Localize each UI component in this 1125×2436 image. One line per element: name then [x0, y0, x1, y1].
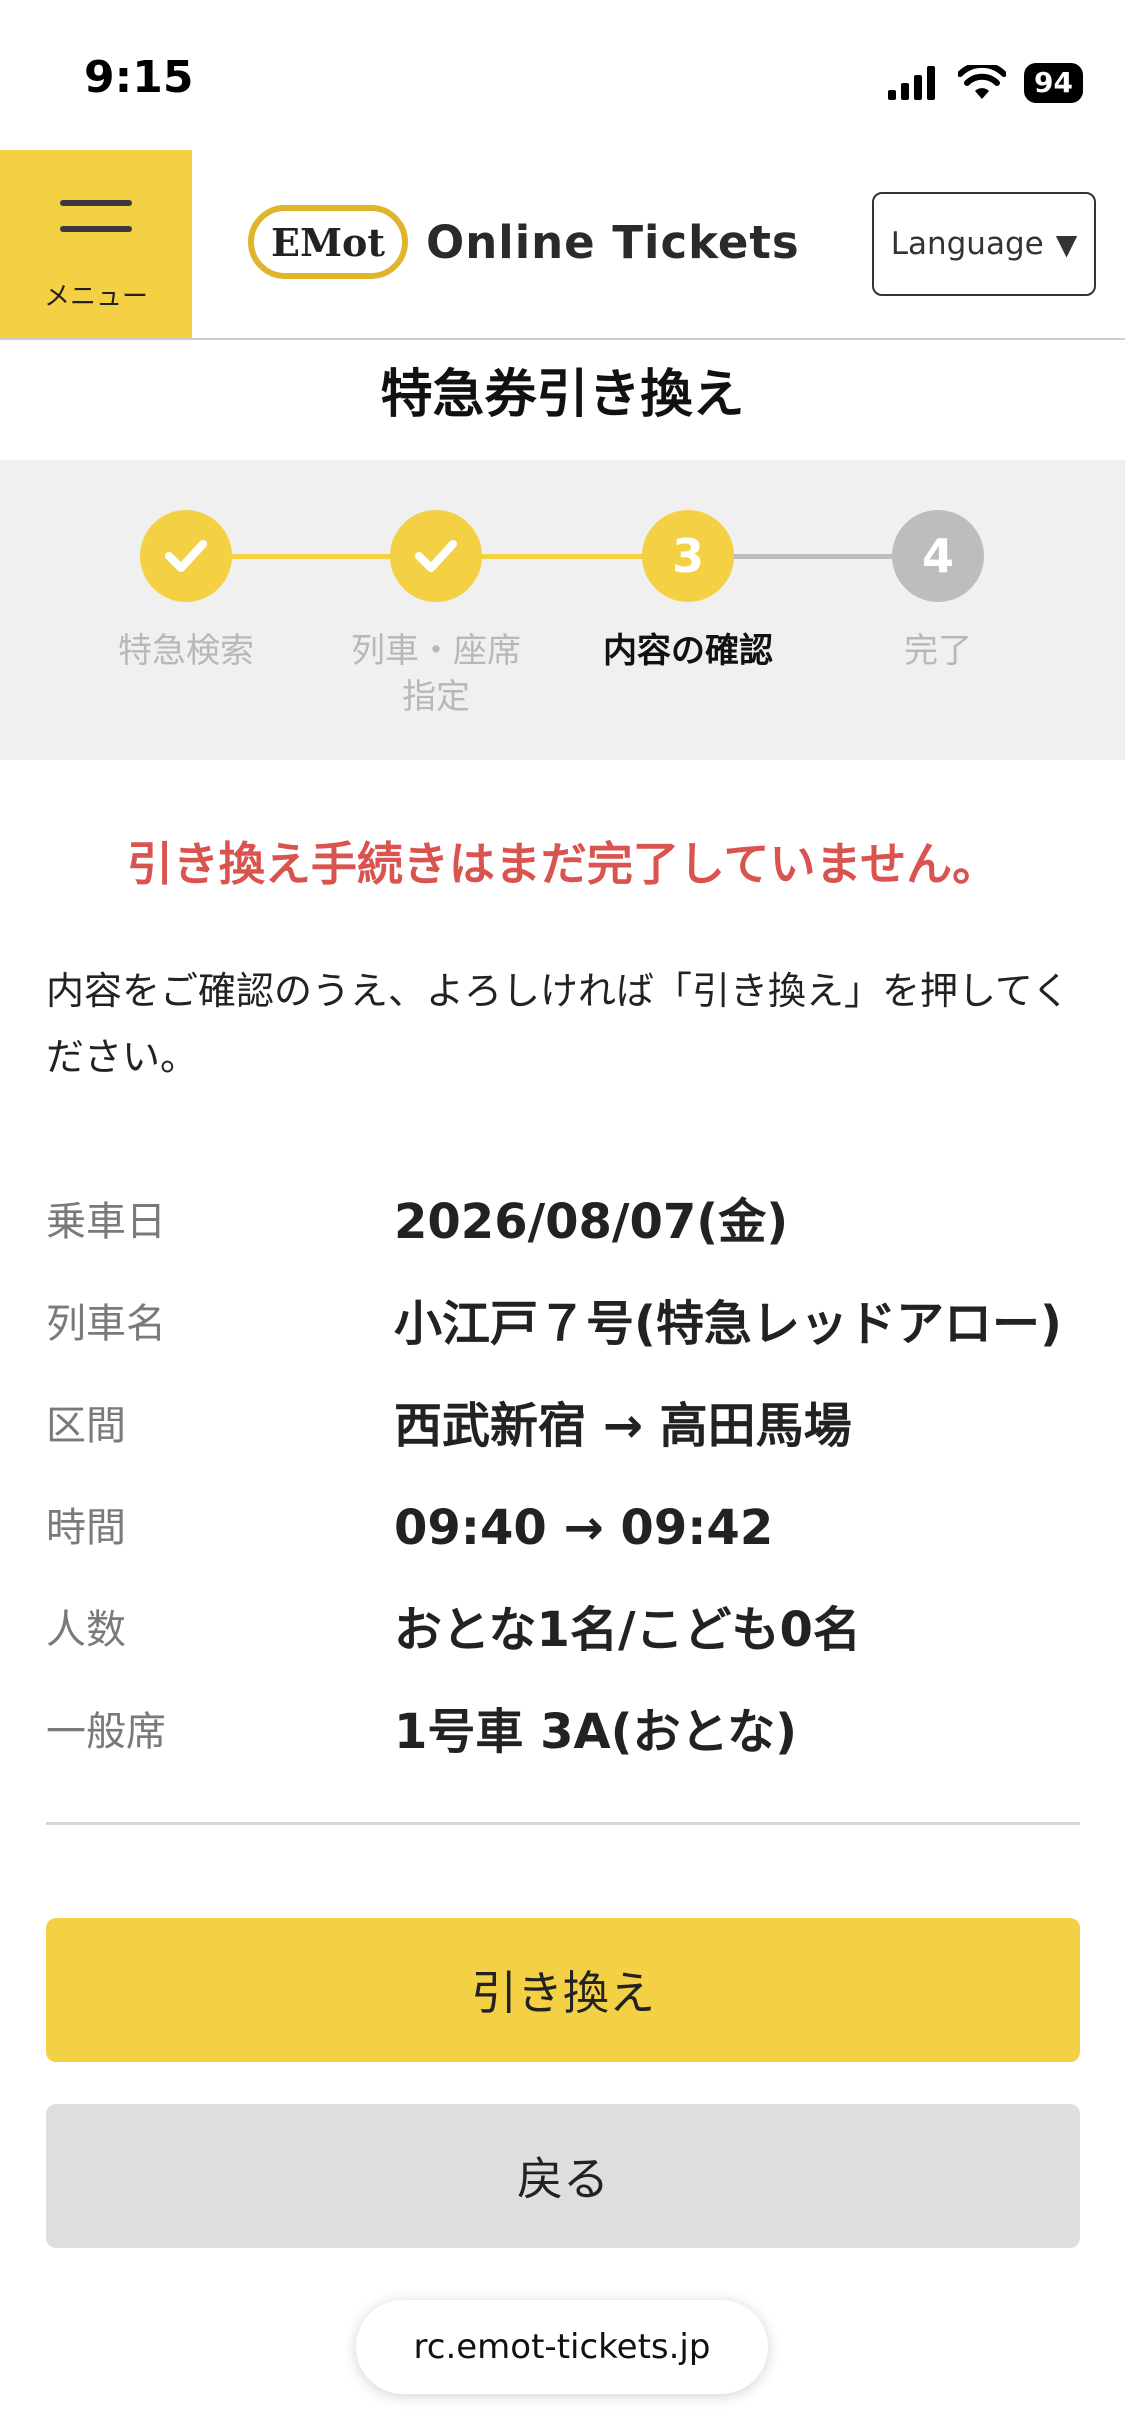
site-header: メニュー EMot Online Tickets Language ▼ [0, 150, 1125, 340]
detail-label: 列車名 [46, 1301, 166, 1347]
divider [46, 1822, 1080, 1825]
back-button[interactable]: 戻る [46, 2104, 1080, 2248]
detail-label: 人数 [46, 1607, 126, 1653]
browser-url-bar[interactable]: rc.emot-tickets.jp [356, 2300, 768, 2394]
chevron-down-icon: ▼ [1055, 227, 1078, 261]
step-label: 列車・座席指定 [351, 631, 521, 717]
detail-value: 小江戸７号(特急レッドアロー) [394, 1296, 1062, 1352]
battery-icon: 94 [1024, 63, 1083, 103]
step-label: 内容の確認 [603, 631, 773, 671]
step-search: 特急検索 [76, 510, 296, 674]
step-indicator: 特急検索 列車・座席指定 3 内容の確認 4 完了 [0, 460, 1125, 760]
detail-row-date: 乗車日 2026/08/07(金) [46, 1190, 1080, 1292]
status-bar: 9:15 94 [0, 0, 1125, 150]
step-complete: 4 完了 [828, 510, 1048, 674]
detail-label: 時間 [46, 1505, 126, 1551]
language-label: Language [890, 226, 1044, 262]
detail-row-time: 時間 09:40 → 09:42 [46, 1496, 1080, 1598]
detail-row-seat: 一般席 1号車 3A(おとな) [46, 1700, 1080, 1802]
instruction-text: 内容をご確認のうえ、よろしければ「引き換え」を押してください。 [46, 969, 1070, 1079]
incomplete-warning: 引き換え手続きはまだ完了していません。 [126, 837, 999, 891]
detail-value: 09:40 → 09:42 [394, 1500, 774, 1556]
language-select[interactable]: Language ▼ [872, 192, 1096, 296]
detail-value: おとな1名/こども0名 [394, 1602, 861, 1658]
detail-label: 区間 [46, 1403, 126, 1449]
ticket-details: 乗車日 2026/08/07(金) 列車名 小江戸７号(特急レッドアロー) 区間… [46, 1190, 1080, 1802]
detail-value: 西武新宿 → 高田馬場 [394, 1398, 852, 1454]
detail-row-train: 列車名 小江戸７号(特急レッドアロー) [46, 1292, 1080, 1394]
status-icons: 94 [888, 60, 1083, 106]
status-time: 9:15 [84, 52, 194, 103]
detail-row-passengers: 人数 おとな1名/こども0名 [46, 1598, 1080, 1700]
logo-mark: EMot [248, 205, 408, 279]
check-icon [140, 510, 232, 602]
detail-label: 一般席 [46, 1709, 166, 1755]
exchange-button[interactable]: 引き換え [46, 1918, 1080, 2062]
menu-button[interactable]: メニュー [0, 150, 192, 338]
step-train-seat: 列車・座席指定 [326, 510, 546, 720]
site-logo[interactable]: EMot Online Tickets [248, 200, 800, 284]
step-confirm: 3 内容の確認 [578, 510, 798, 674]
step-label: 完了 [904, 631, 972, 671]
step-number: 4 [892, 510, 984, 602]
logo-text: Online Tickets [426, 215, 800, 269]
step-number: 3 [642, 510, 734, 602]
wifi-icon [958, 65, 1007, 99]
menu-label: メニュー [43, 282, 148, 312]
signal-icon [888, 66, 936, 100]
detail-label: 乗車日 [46, 1199, 166, 1245]
detail-value: 2026/08/07(金) [394, 1194, 789, 1250]
check-icon [390, 510, 482, 602]
page-title: 特急券引き換え [380, 365, 745, 425]
hamburger-icon [60, 200, 132, 252]
step-label: 特急検索 [118, 631, 254, 671]
detail-row-section: 区間 西武新宿 → 高田馬場 [46, 1394, 1080, 1496]
detail-value: 1号車 3A(おとな) [394, 1704, 798, 1760]
